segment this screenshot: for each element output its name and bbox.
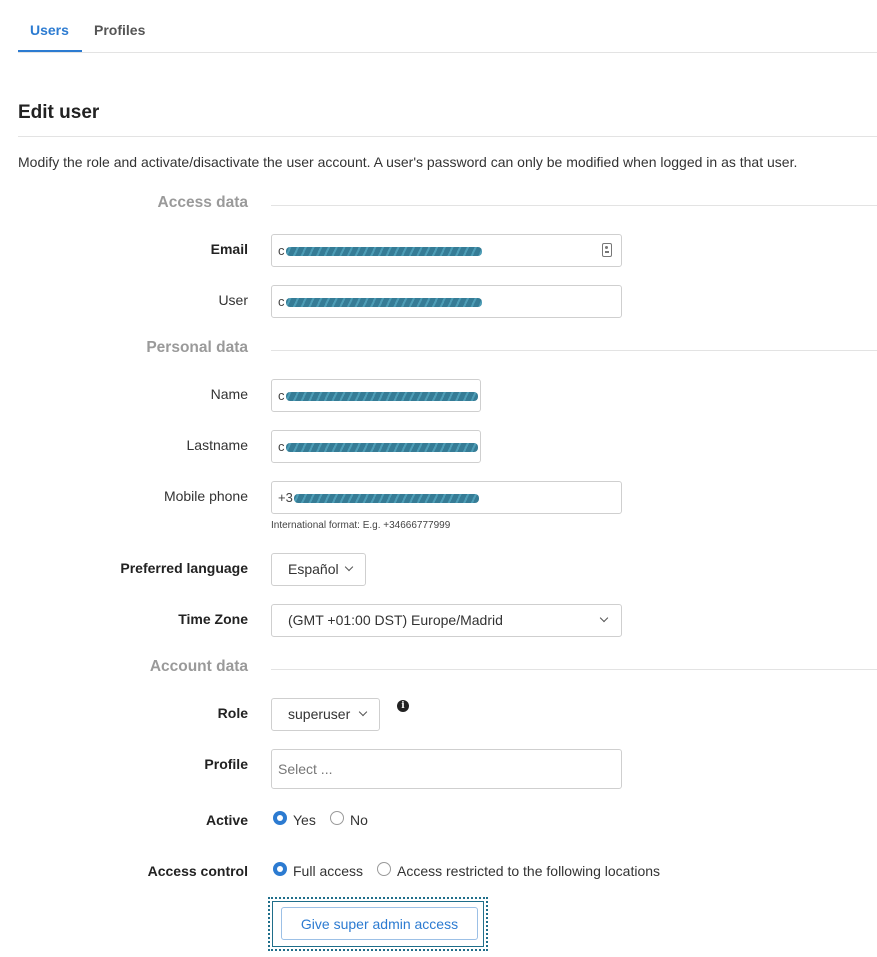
time-zone-select[interactable]: (GMT +01:00 DST) Europe/Madrid [271, 604, 622, 637]
full-access-label[interactable]: Full access [293, 863, 363, 879]
redaction-mark [293, 494, 479, 504]
title-divider [18, 136, 877, 137]
mobile-phone-value: +3 [278, 490, 293, 505]
active-label: Active [205, 812, 248, 828]
active-tab-indicator [18, 50, 82, 52]
profile-select[interactable]: Select ... [271, 749, 622, 789]
name-label: Name [210, 386, 248, 402]
section-divider [271, 205, 877, 206]
lastname-label: Lastname [186, 437, 248, 453]
section-account-data: Account data [149, 658, 248, 675]
role-value: superuser [288, 706, 351, 722]
active-yes-radio[interactable] [273, 811, 287, 825]
full-access-radio[interactable] [273, 862, 287, 876]
mobile-phone-field[interactable]: +3 [271, 481, 622, 514]
profile-label: Profile [204, 756, 248, 772]
give-super-admin-button[interactable]: Give super admin access [281, 907, 478, 940]
page-description: Modify the role and activate/disactivate… [18, 154, 798, 170]
lastname-field[interactable]: c [271, 430, 481, 463]
redaction-mark [285, 443, 478, 453]
restricted-access-label[interactable]: Access restricted to the following locat… [397, 863, 660, 879]
tab-profiles[interactable]: Profiles [94, 22, 145, 38]
tab-bar: Users Profiles [18, 0, 877, 53]
active-no-radio[interactable] [330, 811, 344, 825]
redaction-mark [285, 392, 478, 402]
page-title: Edit user [18, 102, 100, 123]
user-field[interactable]: c [271, 285, 622, 318]
role-label: Role [217, 705, 248, 721]
tab-users[interactable]: Users [30, 22, 69, 38]
preferred-language-select[interactable]: Español [271, 553, 366, 586]
time-zone-value: (GMT +01:00 DST) Europe/Madrid [288, 612, 503, 628]
email-field[interactable]: c [271, 234, 622, 267]
user-value: c [278, 294, 285, 309]
contact-card-icon[interactable] [602, 243, 612, 257]
preferred-language-value: Español [288, 561, 339, 577]
phone-format-hint: International format: E.g. +34666777999 [271, 520, 451, 531]
email-value: c [278, 243, 285, 258]
chevron-down-icon [358, 707, 368, 717]
chevron-down-icon [599, 613, 609, 623]
section-personal-data: Personal data [146, 339, 248, 356]
chevron-down-icon [344, 562, 354, 572]
lastname-value: c [278, 439, 285, 454]
profile-placeholder: Select ... [278, 761, 333, 777]
section-divider [271, 350, 877, 351]
name-field[interactable]: c [271, 379, 481, 412]
mobile-phone-label: Mobile phone [163, 488, 248, 504]
active-no-label[interactable]: No [350, 812, 368, 828]
section-divider [271, 669, 877, 670]
restricted-access-radio[interactable] [377, 862, 391, 876]
access-control-label: Access control [147, 863, 248, 879]
email-label: Email [210, 241, 248, 257]
info-icon[interactable]: i [397, 700, 409, 712]
redaction-mark [285, 247, 482, 257]
redaction-mark [285, 298, 482, 308]
role-select[interactable]: superuser [271, 698, 380, 731]
preferred-language-label: Preferred language [120, 560, 248, 576]
section-access-data: Access data [157, 194, 248, 211]
active-yes-label[interactable]: Yes [293, 812, 316, 828]
time-zone-label: Time Zone [178, 611, 248, 627]
user-label: User [218, 292, 248, 308]
name-value: c [278, 388, 285, 403]
